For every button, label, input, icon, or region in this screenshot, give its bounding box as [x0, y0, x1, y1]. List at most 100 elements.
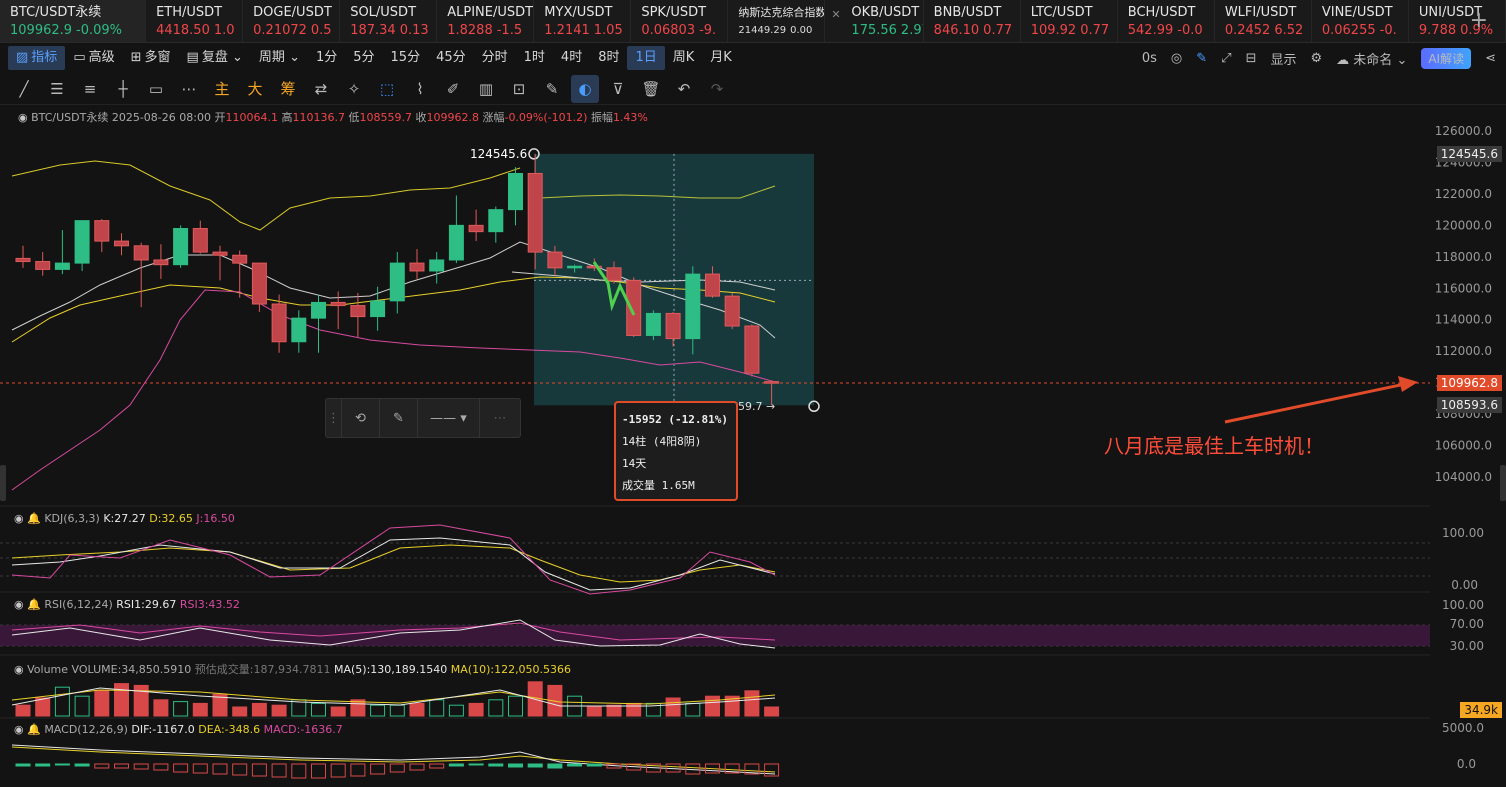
interval-tab[interactable]: 8时 [590, 46, 627, 70]
interval-tab[interactable]: 4时 [553, 46, 590, 70]
arrow-line [1224, 382, 1406, 424]
advanced-button[interactable]: ▭ 高级 [65, 46, 122, 70]
volume-bar [429, 699, 445, 717]
add-ticker-icon[interactable]: + [1470, 8, 1488, 33]
bell-icon[interactable]: 🔔 [27, 723, 41, 736]
ticker-item[interactable]: DOGE/USDT 0.21072 0.5 [243, 0, 341, 42]
candle [370, 300, 386, 318]
ticker-item[interactable]: SOL/USDT 187.34 0.13 [340, 0, 438, 42]
cursor-icon[interactable]: ⬚ [373, 75, 401, 103]
ticker-item[interactable]: BCH/USDT 542.99 -0.0 [1118, 0, 1215, 42]
ticker-item[interactable]: ALPINE/USDT 1.8288 -1.5 [437, 0, 535, 42]
line-tool-icon[interactable]: ╱ [10, 75, 38, 103]
change-value: -0.09%(-101.2) [504, 111, 588, 124]
ticker-symbol: MYX/USDT [544, 5, 613, 20]
layout-icon[interactable]: ⊟ [1246, 51, 1257, 66]
ticker-symbol: BNB/USDT [933, 5, 1002, 20]
ticker-item[interactable]: ETH/USDT 4418.50 1.0 [146, 0, 244, 42]
indicators-button[interactable]: ▨ 指标 [8, 46, 66, 70]
volume-bar [705, 695, 720, 717]
filter-icon[interactable]: ⊽ [604, 75, 632, 103]
pen-color-icon[interactable]: ✎ [380, 398, 418, 438]
more-tools-icon[interactable]: ⋯ [175, 75, 203, 103]
multi-window-button[interactable]: ⊞ 多窗 [123, 46, 179, 70]
interval-tab[interactable]: 1分 [308, 46, 345, 70]
eye-icon[interactable]: ◉ [14, 723, 24, 736]
candle [606, 267, 622, 281]
candle [468, 224, 484, 233]
annotation-text[interactable]: 八月底是最佳上车时机！ [1104, 430, 1324, 459]
interval-tab[interactable]: 月K [702, 46, 740, 70]
display-button[interactable]: 显示 [1270, 49, 1296, 68]
lock-icon[interactable]: ⊡ [505, 75, 533, 103]
bell-icon[interactable]: 🔔 [27, 512, 41, 525]
interval-tab[interactable]: 5分 [345, 46, 382, 70]
left-scroll-handle[interactable] [0, 465, 6, 501]
ticker-item[interactable]: WLFI/USDT 0.2452 6.52 [1215, 0, 1312, 42]
macd-histogram-bar [350, 763, 366, 777]
eye-icon[interactable]: ◉ [18, 111, 28, 124]
ai-interpret-button[interactable]: AI解读 [1421, 47, 1472, 69]
magic-icon[interactable]: ✧ [340, 75, 368, 103]
big-button[interactable]: 大 [241, 75, 269, 103]
cloud-icon[interactable]: ☁ 未命名 ⌄ [1336, 49, 1407, 68]
trash-icon[interactable]: 🗑 [637, 75, 665, 103]
interval-tab[interactable]: 周K [665, 46, 703, 70]
interval-tab[interactable]: 1时 [516, 46, 553, 70]
bars-icon[interactable]: ▥ [472, 75, 500, 103]
magnet-icon[interactable]: ◐ [571, 74, 599, 103]
ticker-item[interactable]: VINE/USDT 0.06255 -0. [1312, 0, 1409, 42]
indicators-icon: ▨ [16, 50, 29, 65]
close-icon[interactable]: ✕ [831, 6, 840, 24]
main-chart-button[interactable]: 主 [208, 75, 236, 103]
eye-icon[interactable]: ◉ [14, 598, 24, 611]
redo-icon[interactable]: ↷ [703, 75, 731, 103]
undo-icon[interactable]: ↶ [670, 75, 698, 103]
bell-icon[interactable]: 🔔 [27, 598, 41, 611]
interval-tab[interactable]: 45分 [428, 46, 474, 70]
chip-button[interactable]: 筹 [274, 75, 302, 103]
macd-axis-tick: 0.0 [1457, 757, 1476, 771]
share-icon[interactable]: ⋖ [1485, 51, 1496, 66]
eye-icon[interactable]: ◉ [14, 512, 24, 525]
ticker-change: 0.77 [1080, 23, 1110, 38]
ticker-item[interactable]: SPK/USDT 0.06803 -9. [631, 0, 729, 42]
macd-histogram-bar [271, 763, 287, 778]
camera-icon[interactable]: ◎ [1171, 51, 1182, 66]
interval-tab[interactable]: 分时 [474, 46, 516, 70]
ticker-item[interactable]: UNI/USDT 9.788 0.9% [1409, 0, 1506, 42]
parallel-lines-icon[interactable]: ≡ [76, 75, 104, 103]
replay-button[interactable]: ▤ 复盘 ⌄ [179, 46, 251, 70]
ticker-item[interactable]: BTC/USDT永续 109962.9 -0.09% [0, 0, 147, 42]
eye-icon[interactable]: ◉ [14, 663, 24, 676]
unnamed-label: 未命名 [1353, 52, 1393, 68]
interval-tab[interactable]: 1日 [627, 46, 665, 70]
swap-icon[interactable]: ⇄ [307, 75, 335, 103]
ticker-item[interactable]: LTC/USDT 109.92 0.77 [1021, 0, 1118, 42]
multi-line-tool-icon[interactable]: ☰ [43, 75, 71, 103]
note-icon[interactable]: ✎ [538, 75, 566, 103]
more-options-icon[interactable]: ⋯ [480, 398, 520, 438]
period-dropdown[interactable]: 周期 ⌄ [251, 46, 308, 70]
line-style-dropdown[interactable]: —— ▾ [418, 398, 480, 438]
expand-icon[interactable]: ⤢ [1221, 51, 1231, 66]
volume-bar [114, 683, 129, 717]
macd-histogram-bar [35, 763, 51, 767]
ticker-change: -9. [699, 23, 717, 38]
brush-icon[interactable]: ✐ [439, 75, 467, 103]
pen-icon[interactable]: ✎ [1196, 51, 1207, 66]
ticker-item[interactable]: BNB/USDT 846.10 0.77 [924, 0, 1021, 42]
settings-icon[interactable]: ⚙ [1311, 51, 1323, 66]
display-label: 显示 [1270, 52, 1297, 68]
ticker-item[interactable]: MYX/USDT 1.2141 1.05 [534, 0, 632, 42]
right-scroll-handle[interactable] [1500, 465, 1506, 501]
template-icon[interactable]: ⟲ [342, 398, 380, 438]
ticker-item[interactable]: ✕ OKB/USDT 175.562.97 [825, 0, 924, 42]
ruler-icon[interactable]: ⌇ [406, 75, 434, 103]
rectangle-tool-icon[interactable]: ▭ [142, 75, 170, 103]
interval-tab[interactable]: 15分 [383, 46, 429, 70]
ticker-item[interactable]: 纳斯达克综合指数 21449.29 0.00 [728, 0, 826, 42]
drag-handle-icon[interactable]: ⋮ [326, 398, 342, 438]
candle [488, 209, 504, 233]
horizontal-line-icon[interactable]: ┼ [109, 75, 137, 103]
